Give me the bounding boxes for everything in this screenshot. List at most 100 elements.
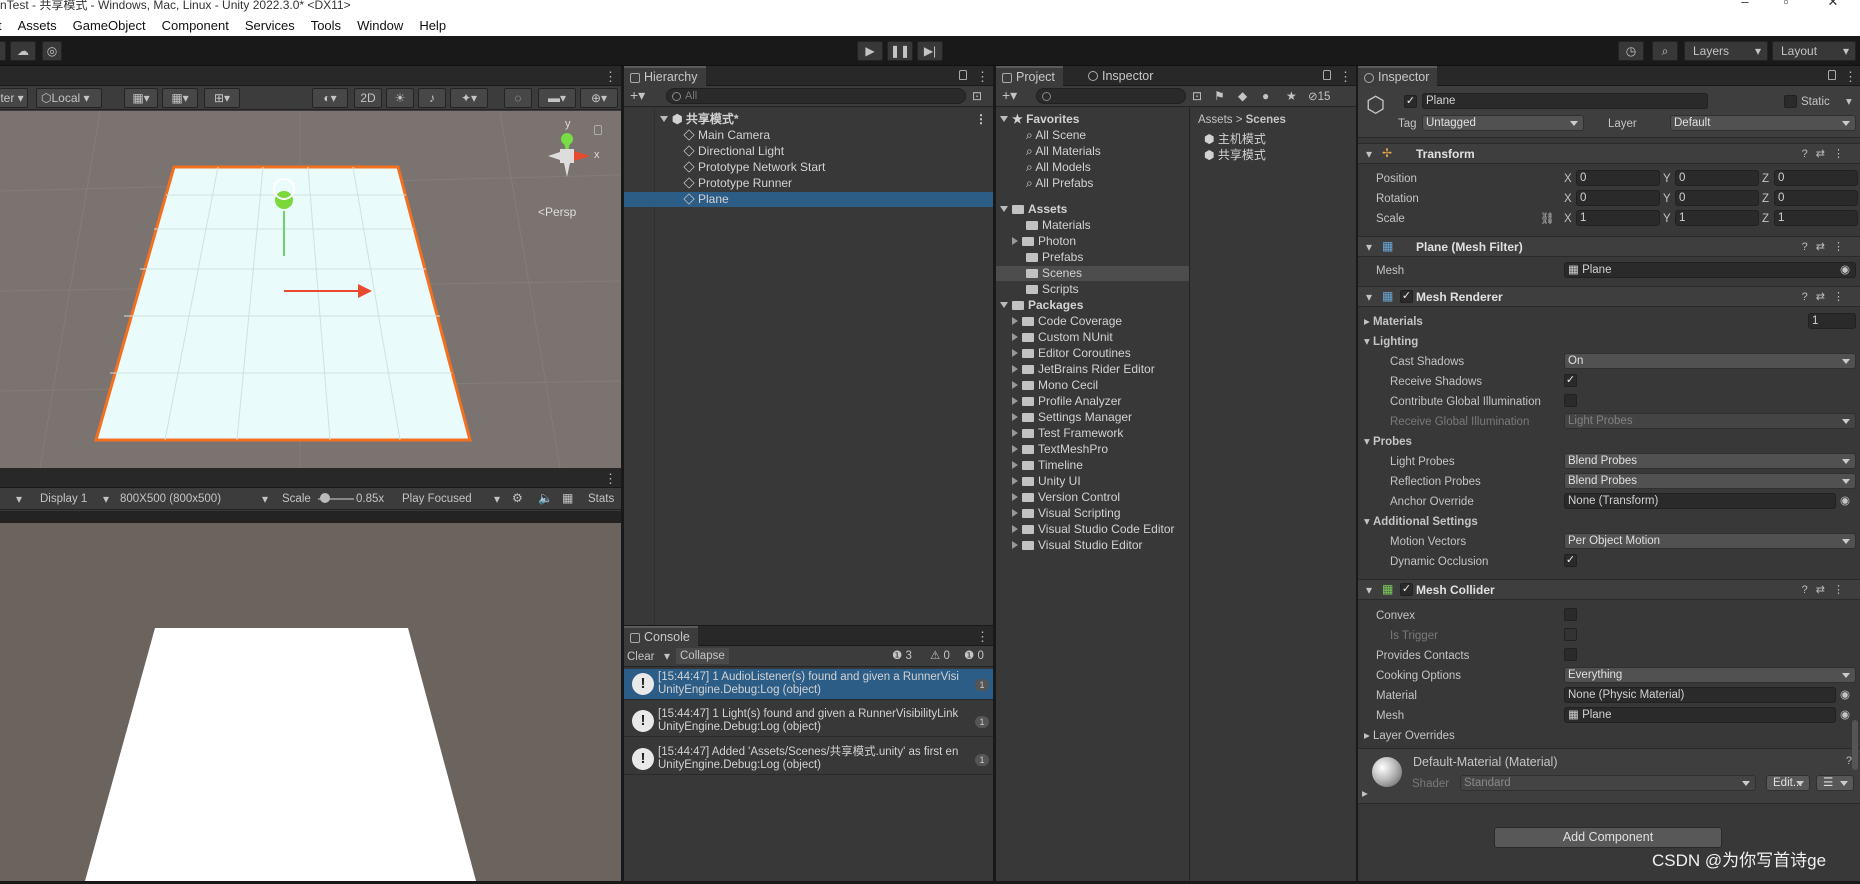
rotation-y-field[interactable]: 0	[1675, 190, 1759, 206]
menu-assets[interactable]: Assets	[18, 18, 57, 33]
persp-label[interactable]: <Persp	[538, 205, 576, 219]
stats-button[interactable]: Stats	[588, 492, 614, 506]
draw-mode-icon[interactable]: ◐▾	[312, 88, 348, 108]
lighting-icon[interactable]: ☀	[386, 88, 414, 108]
tag-dropdown[interactable]: Untagged	[1422, 115, 1584, 131]
scale-z-field[interactable]: 1	[1774, 210, 1858, 226]
expand-icon[interactable]: ▾	[1366, 147, 1372, 161]
chevron-down-icon[interactable]: ▾	[262, 492, 268, 506]
tab-project[interactable]: Project	[996, 66, 1063, 86]
motion-vectors-dropdown[interactable]: Per Object Motion	[1564, 533, 1856, 549]
project-search[interactable]	[1036, 88, 1186, 104]
expand-icon[interactable]	[1012, 429, 1018, 437]
expand-icon[interactable]	[1012, 445, 1018, 453]
breadcrumb-current[interactable]: Scenes	[1246, 114, 1286, 126]
project-menu-icon[interactable]: ⋮	[1339, 69, 1352, 85]
error-count[interactable]: ❶ 0	[964, 649, 984, 663]
clear-button[interactable]: Clear	[627, 650, 654, 664]
receive-shadows-checkbox[interactable]: ✓	[1564, 374, 1577, 387]
component-actions[interactable]: ?⇄⋮	[1802, 147, 1852, 160]
inspector-menu-icon[interactable]: ⋮	[1844, 69, 1857, 85]
package-item[interactable]: Version Control	[1012, 490, 1120, 505]
expand-icon[interactable]	[1012, 413, 1018, 421]
expand-icon[interactable]: ▾	[1366, 240, 1372, 254]
close-icon[interactable]: ✕	[1823, 0, 1843, 8]
game-menu-icon[interactable]: ⋮	[604, 471, 617, 487]
expand-icon[interactable]	[660, 116, 668, 122]
hierarchy-item-directional-light[interactable]: Directional Light	[683, 144, 784, 159]
layer-overrides-foldout[interactable]: ▸ Layer Overrides	[1364, 729, 1455, 743]
materials-count-field[interactable]: 1	[1808, 313, 1856, 329]
menu-component[interactable]: Component	[162, 18, 229, 33]
expand-icon[interactable]	[1012, 397, 1018, 405]
package-item[interactable]: JetBrains Rider Editor	[1012, 362, 1155, 377]
search-filter-icon[interactable]: ⊡	[972, 89, 982, 103]
console-menu-icon[interactable]: ⋮	[976, 629, 989, 645]
folder-item[interactable]: Prefabs	[1026, 250, 1083, 265]
hierarchy-item-network-start[interactable]: Prototype Network Start	[683, 160, 825, 175]
menu-help[interactable]: Help	[419, 18, 446, 33]
audio-icon[interactable]: ♪	[418, 88, 446, 108]
position-z-field[interactable]: 0	[1774, 170, 1858, 186]
info-icon[interactable]: ●	[1262, 89, 1269, 103]
package-item[interactable]: Custom NUnit	[1012, 330, 1113, 345]
cooking-options-dropdown[interactable]: Everything	[1564, 667, 1856, 683]
local-dropdown[interactable]: ⬡Local ▾	[36, 88, 102, 108]
search-by-type-icon[interactable]: ⊡	[1192, 89, 1202, 103]
increment-snap-icon[interactable]: ⊞▾	[204, 88, 240, 108]
expand-icon[interactable]	[1012, 381, 1018, 389]
hierarchy-item-plane[interactable]: Plane	[624, 192, 993, 207]
maximize-icon[interactable]: ▫	[1776, 0, 1796, 8]
menu-gameobject[interactable]: GameObject	[73, 18, 146, 33]
favorite-item[interactable]: ⌕ All Materials	[1026, 144, 1101, 159]
tag-icon[interactable]: ◆	[1238, 89, 1247, 103]
scene-viewport[interactable]: y x <Persp	[0, 111, 621, 468]
console-message[interactable]: ! [15:44:47] Added 'Assets/Scenes/共享模式.u…	[624, 744, 993, 775]
camera-icon[interactable]: ▬▾	[538, 88, 576, 108]
search-icon[interactable]: ⌕	[1652, 41, 1678, 61]
provides-contacts-checkbox[interactable]	[1564, 648, 1577, 661]
menu-file-tail[interactable]: t	[0, 18, 2, 33]
convex-checkbox[interactable]	[1564, 608, 1577, 621]
chevron-down-icon[interactable]: ▾	[16, 492, 22, 506]
add-icon[interactable]: +▾	[630, 87, 645, 104]
hidden-toggle-icon[interactable]: ◌	[504, 88, 532, 108]
light-probes-dropdown[interactable]: Blend Probes	[1564, 453, 1856, 469]
mesh-renderer-header[interactable]: ▾ ▦ ✓ Mesh Renderer ?⇄⋮	[1358, 286, 1860, 307]
object-picker-icon[interactable]: ◉	[1840, 708, 1850, 722]
chevron-down-icon[interactable]: ▾	[1846, 95, 1852, 109]
object-picker-icon[interactable]: ◉	[1840, 494, 1850, 508]
tab-inspector[interactable]: Inspector	[1358, 66, 1438, 86]
inspector-scrollbar[interactable]	[1852, 720, 1858, 770]
component-actions[interactable]: ?⇄⋮	[1802, 583, 1852, 596]
package-item[interactable]: Visual Studio Code Editor	[1012, 522, 1175, 537]
expand-icon[interactable]	[1000, 302, 1008, 308]
materials-foldout[interactable]: ▸ Materials	[1364, 315, 1423, 329]
console-message[interactable]: ! [15:44:47] 1 AudioListener(s) found an…	[624, 669, 993, 700]
hierarchy-menu-icon[interactable]: ⋮	[976, 69, 989, 85]
rotation-x-field[interactable]: 0	[1576, 190, 1660, 206]
scene-menu-icon[interactable]: ⋮	[975, 112, 987, 127]
mesh-collider-enabled-checkbox[interactable]: ✓	[1400, 583, 1413, 596]
collapse-button[interactable]: Collapse	[676, 648, 729, 664]
folder-item[interactable]: Photon	[1012, 234, 1076, 249]
expand-icon[interactable]	[1012, 333, 1018, 341]
position-y-field[interactable]: 0	[1675, 170, 1759, 186]
add-component-button[interactable]: Add Component	[1494, 827, 1722, 848]
object-name-field[interactable]: Plane	[1422, 93, 1708, 109]
tab-hierarchy[interactable]: Hierarchy	[624, 66, 706, 86]
cast-shadows-dropdown[interactable]: On	[1564, 353, 1856, 369]
edit-shader-button[interactable]: Edit...	[1766, 775, 1810, 791]
scale-y-field[interactable]: 1	[1675, 210, 1759, 226]
play-button[interactable]: ▶	[857, 41, 883, 61]
mesh-filter-header[interactable]: ▾ ▦ Plane (Mesh Filter) ?⇄⋮	[1358, 236, 1860, 257]
expand-icon[interactable]	[1012, 509, 1018, 517]
contribute-gi-checkbox[interactable]	[1564, 394, 1577, 407]
reflection-probes-dropdown[interactable]: Blend Probes	[1564, 473, 1856, 489]
lock-icon[interactable]	[1323, 70, 1331, 80]
warning-count[interactable]: ⚠ 0	[930, 649, 950, 663]
folder-item[interactable]: Materials	[1026, 218, 1091, 233]
cloud-icon[interactable]: ☁	[10, 41, 36, 61]
menu-tools[interactable]: Tools	[311, 18, 341, 33]
expand-icon[interactable]	[1012, 237, 1018, 245]
